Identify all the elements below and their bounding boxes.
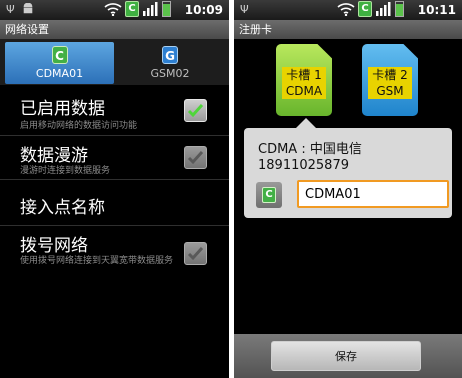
sim-name-input[interactable]	[297, 180, 449, 208]
page-title: 网络设置	[0, 20, 229, 39]
checkmark-icon	[187, 103, 204, 118]
battery-icon	[395, 1, 404, 17]
android-icon	[23, 3, 33, 14]
tab-label: GSM02	[150, 67, 190, 80]
setting-subtitle: 使用拨号网络连接到天翼宽带数据服务	[20, 256, 174, 266]
setting-apn[interactable]: 接入点名称	[0, 180, 229, 226]
data-enabled-checkbox[interactable]	[184, 99, 207, 122]
save-button[interactable]: 保存	[271, 341, 421, 371]
wifi-icon	[104, 3, 122, 16]
sim-type-label: GSM	[368, 83, 412, 99]
setting-subtitle: 启用移动网络的数据访问功能	[20, 121, 138, 131]
gsm-sim-icon: G	[162, 46, 178, 64]
sim-slot-label: 卡槽 2	[368, 67, 412, 83]
tab-label: CDMA01	[35, 67, 84, 80]
tab-gsm02[interactable]: G GSM02	[116, 42, 224, 84]
status-bar: Ψ C 10:09	[0, 0, 229, 20]
status-time: 10:09	[184, 3, 223, 17]
sim-c-icon: C	[125, 1, 139, 17]
sim-slot-label: 卡槽 1	[282, 67, 326, 83]
data-roaming-checkbox[interactable]	[184, 146, 207, 169]
status-time: 10:11	[417, 3, 456, 17]
phone-number: 18911025879	[258, 158, 349, 173]
sim-tabs: C CDMA01 G GSM02	[0, 39, 229, 85]
setting-data-roaming[interactable]: 数据漫游 漫游时连接到数据服务	[0, 136, 229, 180]
sim-type-label: CDMA	[282, 83, 326, 99]
cdma-sim-icon: C	[51, 46, 68, 64]
left-phone-screen: Ψ C 10:09 网络设置 C CDMA01 G GSM02 已启用数据 启用…	[0, 0, 229, 378]
dialup-checkbox[interactable]	[184, 242, 207, 265]
usb-icon: Ψ	[240, 3, 249, 16]
wifi-icon	[337, 3, 355, 16]
setting-title: 已启用数据	[20, 99, 105, 119]
signal-icon	[376, 2, 391, 16]
battery-icon	[162, 1, 171, 17]
signal-icon	[143, 2, 158, 16]
sim-card-row: 卡槽 1 CDMA 卡槽 2 GSM	[234, 44, 462, 122]
setting-subtitle: 漫游时连接到数据服务	[20, 166, 111, 176]
bottom-bar: 保存	[234, 334, 462, 378]
sim-c-icon: C	[262, 187, 276, 203]
sim-info-popup: CDMA : 中国电信 18911025879 C	[244, 118, 452, 218]
sim-card-slot2[interactable]: 卡槽 2 GSM	[362, 44, 418, 116]
sim-icon-button[interactable]: C	[256, 182, 282, 208]
sim-c-icon: C	[358, 1, 372, 17]
setting-dialup[interactable]: 拨号网络 使用拨号网络连接到天翼宽带数据服务	[0, 226, 229, 276]
usb-icon: Ψ	[6, 3, 15, 16]
right-phone-screen: Ψ C 10:11 注册卡 卡槽 1 CDMA 卡槽 2 GSM CDMA : …	[234, 0, 462, 378]
checkmark-icon	[187, 246, 204, 261]
page-title: 注册卡	[234, 20, 462, 39]
status-bar: Ψ C 10:11	[234, 0, 462, 20]
setting-data-enabled[interactable]: 已启用数据 启用移动网络的数据访问功能	[0, 86, 229, 136]
tab-cdma01[interactable]: C CDMA01	[5, 42, 114, 84]
carrier-label: CDMA : 中国电信	[258, 142, 362, 157]
setting-title: 接入点名称	[20, 198, 105, 218]
sim-card-slot1[interactable]: 卡槽 1 CDMA	[276, 44, 332, 116]
checkmark-icon	[187, 150, 204, 165]
